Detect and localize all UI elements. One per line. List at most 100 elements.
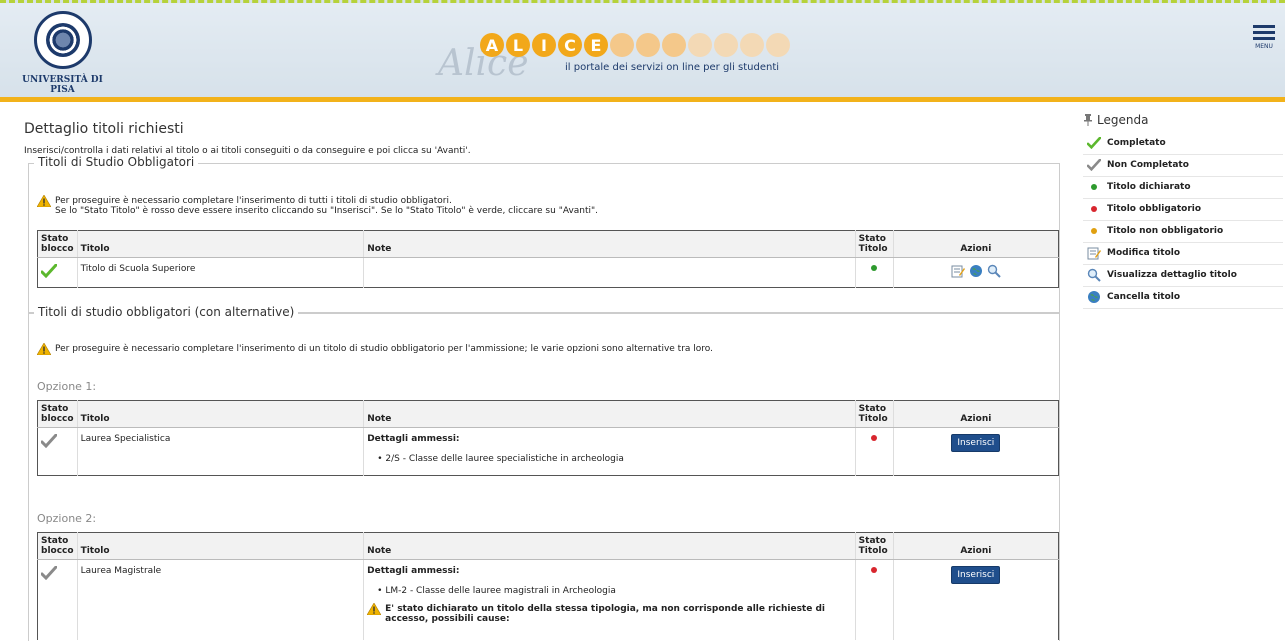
option2-table: Stato blocco Titolo Note Stato Titolo Azio…	[37, 532, 1059, 640]
student-face-icon	[714, 33, 738, 57]
titoli-table: Stato blocco Titolo Note Stato Titolo Azio…	[37, 230, 1059, 288]
check-grey-icon	[41, 434, 74, 448]
titolo-cell: Titolo di Scuola Superiore	[76, 257, 364, 288]
fieldset-legend: Titoli di studio obbligatori (con altern…	[34, 305, 299, 319]
legend-item: Titolo dichiarato	[1083, 177, 1283, 199]
warning-icon	[37, 195, 51, 207]
alice-banner: Alice A L I C E il portale dei servizi o…	[430, 31, 870, 91]
globe-delete-icon	[1085, 290, 1103, 304]
titolo-cell: Laurea Specialistica	[76, 427, 364, 476]
alice-letter-circles: A L I C E	[480, 33, 790, 57]
menu-button[interactable]: MENU	[1253, 25, 1275, 50]
pin-icon	[1083, 114, 1093, 126]
menu-label: MENU	[1255, 43, 1273, 50]
note-cell: Dettagli ammessi: • LM-2 - Classe delle …	[363, 559, 856, 640]
note-cell	[363, 257, 856, 288]
table-header-row: Stato blocco Titolo Note Stato Titolo Azio…	[37, 400, 1059, 428]
col-azioni: Azioni	[892, 400, 1059, 428]
student-face-icon	[662, 33, 686, 57]
dot-red-icon	[871, 567, 878, 573]
warning-message: Per proseguire è necessario completare l…	[37, 343, 713, 356]
dot-yellow-icon	[1085, 228, 1103, 234]
table-row: Titolo di Scuola Superiore	[38, 257, 1059, 288]
warning-icon	[37, 343, 51, 355]
legend-item: Completato	[1083, 133, 1283, 155]
col-stato-blocco: Stato blocco	[37, 230, 78, 258]
option-label: Opzione 2:	[37, 512, 97, 525]
option1-table: Stato blocco Titolo Note Stato Titolo Azio…	[37, 400, 1059, 476]
azioni-cell: Inserisci	[892, 427, 1059, 476]
dot-green-icon	[1085, 184, 1103, 190]
edit-icon[interactable]	[951, 264, 965, 278]
stato-blocco-cell	[38, 560, 78, 640]
student-face-icon	[766, 33, 790, 57]
fieldset-titoli-alternative: Titoli di studio obbligatori (con altern…	[28, 305, 1060, 641]
inserisci-button[interactable]: Inserisci	[951, 566, 1001, 584]
alice-letter: A	[480, 33, 504, 57]
page-header: UNIVERSITÀ DI PISA Alice A L I C E il po…	[0, 0, 1285, 100]
legend-item: Modifica titolo	[1083, 243, 1283, 265]
note-item: • 2/S - Classe delle lauree specialistic…	[377, 454, 624, 464]
option-label: Opzione 1:	[37, 380, 97, 393]
dot-red-icon	[871, 435, 878, 441]
note-heading: Dettagli ammessi:	[367, 566, 460, 576]
col-stato-blocco: Stato blocco	[37, 532, 78, 560]
university-seal	[33, 11, 92, 69]
alice-letter: C	[558, 33, 582, 57]
legend-title: Legenda	[1083, 113, 1283, 127]
fieldset-legend: Titoli di Studio Obbligatori	[34, 155, 199, 169]
warning-line: Se lo "Stato Titolo" è rosso deve essere…	[55, 206, 599, 216]
stato-blocco-cell	[38, 428, 78, 476]
inserisci-button[interactable]: Inserisci	[951, 434, 1001, 452]
university-logo[interactable]: UNIVERSITÀ DI PISA	[10, 11, 115, 95]
table-header-row: Stato blocco Titolo Note Stato Titolo Azio…	[37, 532, 1059, 560]
col-stato-blocco: Stato blocco	[37, 400, 78, 428]
legend-item: Visualizza dettaglio titolo	[1083, 265, 1283, 287]
main-content: Dettaglio titoli richiesti Inserisci/con…	[24, 105, 1060, 641]
building-icon	[688, 33, 712, 57]
stato-blocco-cell	[38, 258, 78, 288]
stato-titolo-cell	[854, 559, 894, 640]
student-face-icon	[740, 33, 764, 57]
check-green-icon	[1085, 137, 1103, 149]
table-header-row: Stato blocco Titolo Note Stato Titolo Azio…	[37, 230, 1059, 258]
check-green-icon	[41, 264, 74, 278]
col-note: Note	[363, 230, 856, 258]
edit-icon	[1085, 246, 1103, 260]
col-stato-titolo: Stato Titolo	[854, 400, 894, 428]
table-row: Laurea Specialistica Dettagli ammessi: •…	[38, 427, 1059, 476]
legend-item: Titolo non obbligatorio	[1083, 221, 1283, 243]
student-face-icon	[610, 33, 634, 57]
portal-tagline: il portale dei servizi on line per gli s…	[565, 62, 780, 73]
legend-item: Cancella titolo	[1083, 287, 1283, 309]
alice-letter: E	[584, 33, 608, 57]
globe-delete-icon[interactable]	[969, 264, 983, 278]
page-title: Dettaglio titoli richiesti	[24, 121, 184, 137]
col-azioni: Azioni	[892, 532, 1059, 560]
dot-red-icon	[1085, 206, 1103, 212]
azioni-cell: Inserisci	[892, 559, 1059, 640]
col-stato-titolo: Stato Titolo	[854, 532, 894, 560]
note-heading: Dettagli ammessi:	[367, 434, 460, 444]
col-titolo: Titolo	[76, 400, 364, 428]
warning-line: Per proseguire è necessario completare l…	[55, 196, 452, 206]
legend-item: Titolo obbligatorio	[1083, 199, 1283, 221]
magnifier-icon[interactable]	[987, 264, 1001, 278]
hamburger-icon	[1253, 25, 1275, 40]
dot-green-icon	[871, 265, 878, 271]
stato-titolo-cell	[854, 257, 894, 288]
note-cell: Dettagli ammessi: • 2/S - Classe delle l…	[363, 427, 856, 476]
warning-message: Per proseguire è necessario completare l…	[37, 195, 599, 216]
col-note: Note	[363, 400, 856, 428]
header-accent-bar	[0, 97, 1285, 102]
col-titolo: Titolo	[76, 532, 364, 560]
alice-letter: I	[532, 33, 556, 57]
col-note: Note	[363, 532, 856, 560]
student-face-icon	[636, 33, 660, 57]
titolo-cell: Laurea Magistrale	[76, 559, 364, 640]
check-grey-icon	[41, 566, 74, 580]
table-row: Laurea Magistrale Dettagli ammessi: • LM…	[38, 559, 1059, 640]
col-azioni: Azioni	[892, 230, 1059, 258]
warning-line: Per proseguire è necessario completare l…	[55, 344, 713, 354]
col-titolo: Titolo	[76, 230, 364, 258]
